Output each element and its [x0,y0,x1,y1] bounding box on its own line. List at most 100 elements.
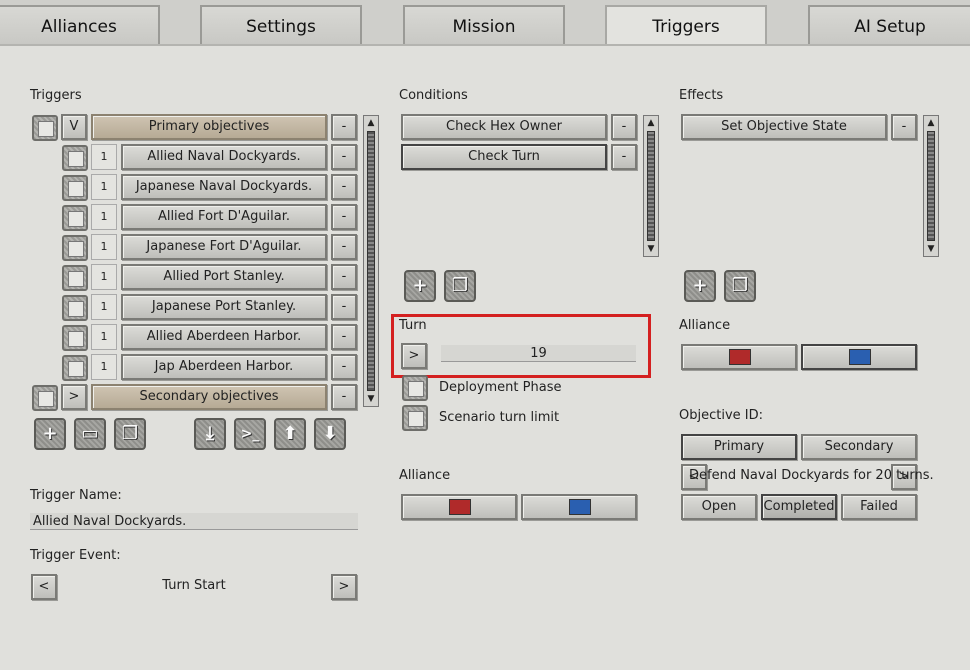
trigger-menu-button[interactable]: - [331,294,357,320]
trigger-item[interactable]: Japanese Port Stanley. [121,294,327,320]
trigger-item[interactable]: Jap Aberdeen Harbor. [121,354,327,380]
condition-menu-button[interactable]: - [611,144,637,170]
trigger-menu-button[interactable]: - [331,204,357,230]
trigger-name-label: Trigger Name: [30,488,122,503]
trigger-checkbox[interactable] [62,265,88,291]
trigger-menu-button[interactable]: - [331,174,357,200]
primary-group-checkbox[interactable] [32,115,58,141]
tab-bar: Alliances Settings Mission Triggers AI S… [0,0,970,45]
conditions-scrollbar[interactable]: ▲ ▼ [643,115,659,257]
objective-state-open-button[interactable]: Open [681,494,757,520]
trigger-checkbox[interactable] [62,175,88,201]
folder-icon[interactable]: ▭ [74,418,106,450]
turn-operator-button[interactable]: > [401,343,427,369]
condition-menu-button[interactable]: - [611,114,637,140]
scroll-down-arrow-icon[interactable]: ▼ [924,243,938,255]
trigger-checkbox[interactable] [62,205,88,231]
condition-item[interactable]: Check Hex Owner [401,114,607,140]
condition-alliance-axis-button[interactable] [521,494,637,520]
trigger-item[interactable]: Japanese Fort D'Aguilar. [121,234,327,260]
objective-name: Defend Naval Dockyards for 20 turns. [689,468,934,483]
trigger-item[interactable]: Allied Fort D'Aguilar. [121,204,327,230]
turn-value-field[interactable]: 19 [441,345,636,362]
trigger-name-field[interactable]: Allied Naval Dockyards. [30,513,358,530]
import-icon[interactable]: ⤓ [194,418,226,450]
objective-primary-button[interactable]: Primary [681,434,797,460]
trigger-event-prev-button[interactable]: < [31,574,57,600]
objective-state-completed-button[interactable]: Completed [761,494,837,520]
tab-settings[interactable]: Settings [200,5,362,45]
trigger-checkbox[interactable] [62,145,88,171]
trigger-item[interactable]: Allied Port Stanley. [121,264,327,290]
copy-icon[interactable]: ❐ [114,418,146,450]
effect-alliance-allied-button[interactable] [681,344,797,370]
trigger-menu-button[interactable]: - [331,144,357,170]
effect-item[interactable]: Set Objective State [681,114,887,140]
trigger-event-next-button[interactable]: > [331,574,357,600]
trigger-item[interactable]: Japanese Naval Dockyards. [121,174,327,200]
tab-ai-setup[interactable]: AI Setup [808,5,970,45]
secondary-group-menu-button[interactable]: - [331,384,357,410]
scroll-down-arrow-icon[interactable]: ▼ [644,243,658,255]
scroll-up-arrow-icon[interactable]: ▲ [364,117,378,129]
copy-icon[interactable]: ❐ [444,270,476,302]
scroll-down-arrow-icon[interactable]: ▼ [364,393,378,405]
allied-color-swatch [729,349,751,365]
scroll-up-arrow-icon[interactable]: ▲ [924,117,938,129]
trigger-checkbox[interactable] [62,235,88,261]
effect-menu-button[interactable]: - [891,114,917,140]
trigger-count: 1 [91,324,117,350]
secondary-group-expand-button[interactable]: > [61,384,87,410]
trigger-menu-button[interactable]: - [331,264,357,290]
trigger-checkbox[interactable] [62,355,88,381]
trigger-count: 1 [91,354,117,380]
effect-alliance-label: Alliance [679,318,731,333]
trigger-item[interactable]: Allied Aberdeen Harbor. [121,324,327,350]
triggers-scrollbar[interactable]: ▲ ▼ [363,115,379,407]
trigger-menu-button[interactable]: - [331,324,357,350]
trigger-count: 1 [91,144,117,170]
trigger-menu-button[interactable]: - [331,234,357,260]
trigger-count: 1 [91,234,117,260]
trigger-menu-button[interactable]: - [331,354,357,380]
condition-item[interactable]: Check Turn [401,144,607,170]
console-icon[interactable]: >_ [234,418,266,450]
scroll-thumb[interactable] [647,131,655,241]
deployment-phase-label: Deployment Phase [439,380,562,395]
trigger-count: 1 [91,264,117,290]
add-icon[interactable]: + [684,270,716,302]
secondary-group-checkbox[interactable] [32,385,58,411]
objective-id-label: Objective ID: [679,408,763,423]
tab-alliances[interactable]: Alliances [0,5,160,45]
trigger-event-value: Turn Start [162,578,226,593]
scroll-thumb[interactable] [927,131,935,241]
effect-alliance-axis-button[interactable] [801,344,917,370]
add-icon[interactable]: + [34,418,66,450]
primary-objectives-group[interactable]: Primary objectives [91,114,327,140]
secondary-objectives-group[interactable]: Secondary objectives [91,384,327,410]
scroll-thumb[interactable] [367,131,375,391]
trigger-checkbox[interactable] [62,325,88,351]
trigger-item[interactable]: Allied Naval Dockyards. [121,144,327,170]
primary-group-collapse-button[interactable]: V [61,114,87,140]
trigger-count: 1 [91,294,117,320]
objective-state-failed-button[interactable]: Failed [841,494,917,520]
condition-alliance-allied-button[interactable] [401,494,517,520]
trigger-checkbox[interactable] [62,295,88,321]
objective-secondary-button[interactable]: Secondary [801,434,917,460]
axis-color-swatch [569,499,591,515]
scenario-turn-limit-label: Scenario turn limit [439,410,560,425]
allied-color-swatch [449,499,471,515]
add-icon[interactable]: + [404,270,436,302]
copy-icon[interactable]: ❐ [724,270,756,302]
move-down-icon[interactable]: ⬇ [314,418,346,450]
move-up-icon[interactable]: ⬆ [274,418,306,450]
scenario-turn-limit-checkbox[interactable] [402,405,428,431]
tab-triggers[interactable]: Triggers [605,5,767,45]
deployment-phase-checkbox[interactable] [402,375,428,401]
tab-mission[interactable]: Mission [403,5,565,45]
scroll-up-arrow-icon[interactable]: ▲ [644,117,658,129]
effects-scrollbar[interactable]: ▲ ▼ [923,115,939,257]
conditions-heading: Conditions [399,88,468,103]
primary-group-menu-button[interactable]: - [331,114,357,140]
